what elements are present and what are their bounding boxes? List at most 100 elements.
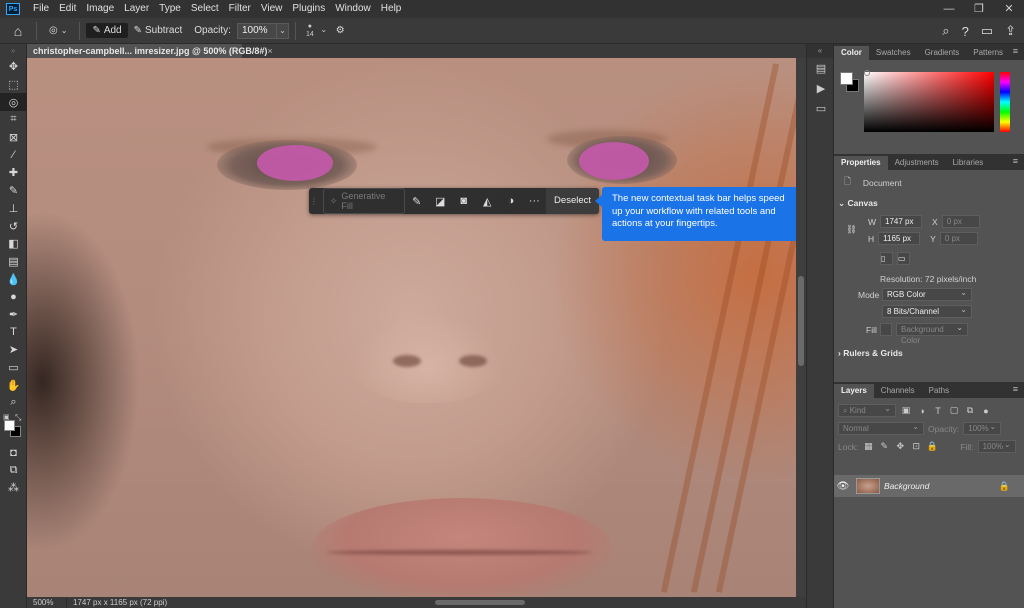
lock-pixels-icon[interactable]: ✎ bbox=[878, 441, 890, 452]
lock-artboard-icon[interactable]: ⊡ bbox=[910, 441, 922, 452]
zoom-level[interactable]: 500% bbox=[27, 598, 67, 607]
rulers-section-header[interactable]: › Rulers & Grids bbox=[838, 348, 903, 358]
share-icon[interactable]: ⇪ bbox=[1005, 23, 1016, 39]
tab-color[interactable]: Color bbox=[834, 46, 869, 60]
layer-fill-input[interactable]: 100% bbox=[977, 439, 1016, 453]
menu-image[interactable]: Image bbox=[81, 0, 119, 18]
opacity-dropdown[interactable]: ⌄ bbox=[276, 22, 289, 39]
collapse-panels-icon[interactable]: « bbox=[807, 44, 833, 58]
close-tab-icon[interactable]: × bbox=[267, 46, 272, 56]
opacity-input[interactable]: 100% bbox=[236, 22, 277, 39]
horizontal-scroll-thumb[interactable] bbox=[435, 600, 525, 605]
filter-toggle-icon[interactable]: ● bbox=[980, 406, 992, 416]
menu-select[interactable]: Select bbox=[186, 0, 224, 18]
menu-layer[interactable]: Layer bbox=[119, 0, 154, 18]
tab-gradients[interactable]: Gradients bbox=[918, 46, 967, 60]
generative-fill-button[interactable]: ✧ Generative Fill bbox=[322, 188, 405, 214]
y-input[interactable]: 0 px bbox=[939, 232, 978, 245]
document-tab[interactable]: christopher-campbell... imresizer.jpg @ … bbox=[27, 44, 273, 58]
settings-gear-icon[interactable]: ⚙ bbox=[330, 23, 351, 38]
hand-tool-icon[interactable]: ✋ bbox=[0, 376, 27, 394]
close-window-button[interactable]: ✕ bbox=[994, 0, 1024, 18]
adjustment-filter-icon[interactable]: ◑ bbox=[916, 406, 928, 416]
menu-edit[interactable]: Edit bbox=[54, 0, 81, 18]
landscape-icon[interactable]: ▭ bbox=[897, 252, 910, 265]
type-filter-icon[interactable]: T bbox=[932, 406, 944, 416]
vertical-scrollbar[interactable] bbox=[796, 58, 806, 597]
tab-channels[interactable]: Channels bbox=[874, 384, 922, 398]
maximize-button[interactable]: ❐ bbox=[964, 0, 994, 18]
canvas-image[interactable]: ⋮ ✧ Generative Fill ✎ ◪ ◙ ◭ ◑ ··· Desele… bbox=[27, 58, 796, 597]
deselect-button[interactable]: Deselect bbox=[546, 188, 600, 214]
minimize-button[interactable]: — bbox=[934, 0, 964, 18]
tab-libraries[interactable]: Libraries bbox=[946, 156, 991, 170]
gradient-tool-icon[interactable]: ▤ bbox=[0, 253, 27, 271]
tool-preset-picker[interactable]: ◎ ⌄ bbox=[43, 23, 73, 38]
hue-slider[interactable] bbox=[1000, 72, 1010, 132]
lock-position-icon[interactable]: ✥ bbox=[894, 441, 906, 452]
fill-selection-icon[interactable]: ◭ bbox=[476, 195, 500, 208]
help-icon[interactable]: ? bbox=[962, 24, 969, 39]
blur-tool-icon[interactable]: 💧 bbox=[0, 270, 27, 288]
adjustment-layer-icon[interactable]: ◑ bbox=[499, 195, 523, 207]
taskbar-grip-icon[interactable]: ⋮ bbox=[309, 197, 319, 206]
modify-selection-icon[interactable]: ✎ bbox=[405, 195, 429, 208]
tab-swatches[interactable]: Swatches bbox=[869, 46, 918, 60]
panel-menu-icon[interactable]: ≡ bbox=[1013, 46, 1018, 56]
home-icon[interactable]: ⌂ bbox=[6, 20, 30, 42]
invert-selection-icon[interactable]: ◪ bbox=[428, 195, 452, 208]
vertical-scroll-thumb[interactable] bbox=[798, 276, 804, 366]
lock-all-icon[interactable]: 🔒 bbox=[926, 441, 938, 452]
menu-type[interactable]: Type bbox=[154, 0, 186, 18]
actions-panel-icon[interactable]: ▶ bbox=[807, 78, 835, 98]
tab-properties[interactable]: Properties bbox=[834, 156, 888, 170]
rectangle-tool-icon[interactable]: ▭ bbox=[0, 359, 27, 377]
menu-filter[interactable]: Filter bbox=[224, 0, 256, 18]
shape-filter-icon[interactable]: ▢ bbox=[948, 405, 960, 416]
blend-mode-dropdown[interactable]: Normal bbox=[838, 421, 924, 435]
tab-paths[interactable]: Paths bbox=[922, 384, 956, 398]
color-picker-field[interactable] bbox=[864, 72, 994, 132]
color-mode-dropdown[interactable]: RGB Color bbox=[882, 287, 972, 301]
marquee-tool-icon[interactable]: ⬚ bbox=[0, 76, 27, 94]
dodge-tool-icon[interactable]: ● bbox=[0, 288, 27, 306]
brush-tool-icon[interactable]: ✎ bbox=[0, 182, 27, 200]
clone-stamp-tool-icon[interactable]: ⊥ bbox=[0, 200, 27, 218]
quick-selection-tool-icon[interactable]: ◎ bbox=[0, 93, 27, 112]
eyedropper-tool-icon[interactable]: ⁄ bbox=[0, 146, 27, 164]
workspace-icon[interactable]: ▭ bbox=[981, 23, 993, 39]
add-mode-button[interactable]: ✎ Add bbox=[86, 23, 128, 38]
foreground-color-swatch[interactable] bbox=[4, 419, 15, 431]
subtract-mode-button[interactable]: ✎ Subtract bbox=[128, 23, 189, 38]
smart-object-filter-icon[interactable]: ⧉ bbox=[964, 405, 976, 416]
panel-menu-icon[interactable]: ≡ bbox=[1013, 156, 1018, 166]
height-input[interactable]: 1165 px bbox=[878, 232, 921, 245]
foreground-color-chip[interactable] bbox=[840, 72, 853, 85]
panel-grip[interactable]: » bbox=[0, 44, 26, 58]
layer-opacity-input[interactable]: 100% bbox=[963, 421, 1002, 435]
link-icon[interactable]: ⛓ bbox=[846, 224, 857, 235]
pixel-filter-icon[interactable]: ▣ bbox=[900, 405, 912, 416]
crop-tool-icon[interactable]: ⌗ bbox=[0, 111, 27, 129]
panel-menu-icon[interactable]: ≡ bbox=[1013, 384, 1018, 394]
comments-panel-icon[interactable]: ▭ bbox=[807, 98, 835, 118]
eye-visibility-icon[interactable]: 👁 bbox=[834, 481, 852, 492]
history-panel-icon[interactable]: ▤ bbox=[807, 58, 835, 78]
type-tool-icon[interactable]: T bbox=[0, 323, 27, 341]
zoom-tool-icon[interactable]: ⌕ bbox=[0, 394, 27, 412]
x-input[interactable]: 0 px bbox=[941, 215, 980, 228]
kind-filter-dropdown[interactable]: ⌕ Kind bbox=[838, 403, 896, 417]
search-icon[interactable]: ⌕ bbox=[942, 23, 949, 39]
brush-size-dropdown[interactable]: ⌄ bbox=[318, 23, 330, 39]
healing-brush-tool-icon[interactable]: ✚ bbox=[0, 164, 27, 182]
frame-tool-icon[interactable]: ⊠ bbox=[0, 129, 27, 147]
menu-view[interactable]: View bbox=[256, 0, 288, 18]
canvas-section-header[interactable]: ⌄ Canvas bbox=[838, 198, 878, 209]
portrait-icon[interactable]: ▯ bbox=[880, 252, 893, 265]
width-input[interactable]: 1747 px bbox=[880, 215, 923, 228]
fill-swatch[interactable] bbox=[880, 323, 892, 336]
bit-depth-dropdown[interactable]: 8 Bits/Channel bbox=[882, 304, 972, 318]
pen-tool-icon[interactable]: ✒ bbox=[0, 306, 27, 324]
screen-mode-icon[interactable]: ⧉ bbox=[0, 461, 27, 479]
quick-mask-icon[interactable]: ◘ bbox=[0, 444, 27, 462]
